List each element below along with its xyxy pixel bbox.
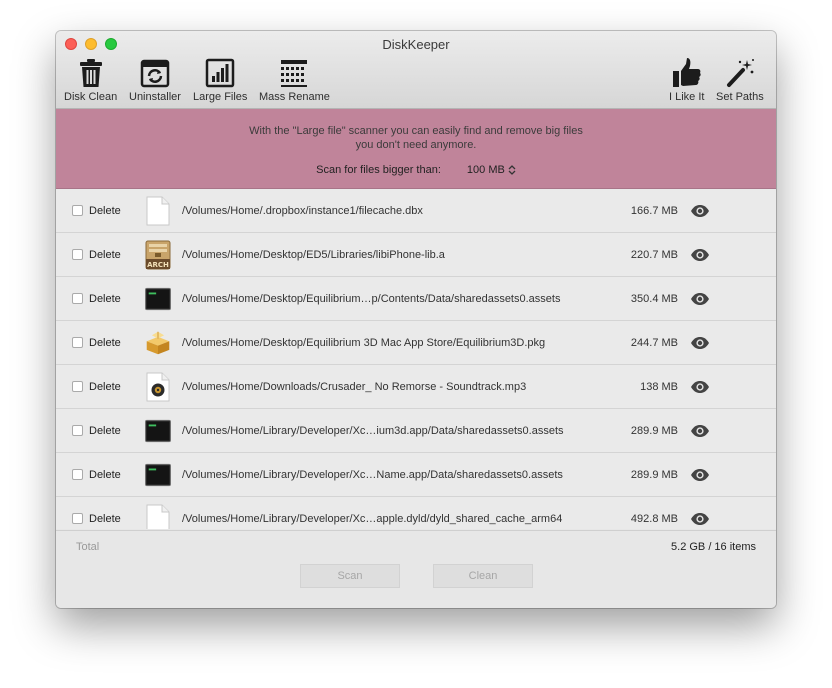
file-path: /Volumes/Home/Downloads/Crusader_ No Rem… — [182, 380, 527, 393]
file-list: Delete/Volumes/Home/.dropbox/instance1/f… — [56, 189, 776, 529]
main-window: DiskKeeper Disk Clean Uninstaller Large … — [56, 31, 776, 608]
package-icon — [145, 329, 171, 357]
delete-label[interactable]: Delete — [89, 513, 121, 525]
delete-label[interactable]: Delete — [89, 469, 121, 481]
window-title: DiskKeeper — [382, 37, 450, 52]
delete-checkbox[interactable] — [72, 425, 83, 436]
file-row[interactable]: Delete/Volumes/Home/Library/Developer/Xc… — [56, 497, 776, 529]
delete-label[interactable]: Delete — [89, 249, 121, 261]
delete-checkbox[interactable] — [72, 205, 83, 216]
footer: Total 5.2 GB / 16 items Scan Clean — [56, 530, 776, 608]
mass-rename-button[interactable]: Mass Rename — [259, 55, 330, 103]
scan-threshold-value: 100 MB — [466, 164, 505, 176]
uninstaller-label: Uninstaller — [129, 91, 181, 103]
uninstaller-icon — [140, 55, 170, 91]
delete-checkbox[interactable] — [72, 381, 83, 392]
file-size: 220.7 MB — [630, 248, 678, 261]
set-paths-label: Set Paths — [716, 91, 764, 103]
file-path: /Volumes/Home/Library/Developer/Xc…ium3d… — [182, 424, 564, 437]
uninstaller-button[interactable]: Uninstaller — [129, 55, 181, 103]
file-path: /Volumes/Home/Library/Developer/Xc…Name.… — [182, 468, 563, 481]
title-bar: DiskKeeper Disk Clean Uninstaller Large … — [56, 31, 776, 109]
file-row[interactable]: Delete/Volumes/Home/Downloads/Crusader_ … — [56, 365, 776, 409]
preview-eye-icon[interactable] — [690, 380, 710, 394]
delete-label[interactable]: Delete — [89, 337, 121, 349]
file-row[interactable]: Delete/Volumes/Home/Desktop/Equilibrium…… — [56, 277, 776, 321]
like-button[interactable]: I Like It — [669, 55, 704, 103]
file-row[interactable]: Delete/Volumes/Home/.dropbox/instance1/f… — [56, 189, 776, 233]
file-path: /Volumes/Home/Desktop/ED5/Libraries/libi… — [182, 248, 445, 261]
info-banner: With the "Large file" scanner you can ea… — [56, 109, 776, 189]
disk-clean-label: Disk Clean — [64, 91, 118, 103]
large-files-button[interactable]: Large Files — [193, 55, 247, 103]
clean-button[interactable]: Clean — [433, 564, 533, 588]
file-row[interactable]: Delete/Volumes/Home/Library/Developer/Xc… — [56, 453, 776, 497]
preview-eye-icon[interactable] — [690, 424, 710, 438]
file-size: 492.8 MB — [630, 512, 678, 525]
banner-line-2: you don't need anymore. — [355, 139, 477, 151]
delete-label[interactable]: Delete — [89, 205, 121, 217]
terminal-file-icon — [145, 461, 171, 489]
document-icon — [145, 196, 171, 225]
preview-eye-icon[interactable] — [690, 204, 710, 218]
bar-chart-icon — [205, 55, 235, 91]
file-row[interactable]: Delete ARCH/Volumes/Home/Desktop/ED5/Libr… — [56, 233, 776, 277]
scan-threshold-label: Scan for files bigger than: — [316, 164, 441, 176]
svg-text:ARCH: ARCH — [147, 261, 169, 269]
magic-wand-icon — [725, 55, 755, 91]
total-label: Total — [76, 541, 100, 553]
file-size: 289.9 MB — [630, 424, 678, 437]
preview-eye-icon[interactable] — [690, 512, 710, 526]
delete-label[interactable]: Delete — [89, 381, 121, 393]
total-summary: 5.2 GB / 16 items — [671, 541, 756, 553]
delete-checkbox[interactable] — [72, 293, 83, 304]
preview-eye-icon[interactable] — [690, 248, 710, 262]
thumbs-up-icon — [672, 55, 702, 91]
scan-threshold-row: Scan for files bigger than: 100 MB — [56, 164, 776, 176]
disk-clean-button[interactable]: Disk Clean — [64, 55, 117, 103]
preview-eye-icon[interactable] — [690, 292, 710, 306]
file-path: /Volumes/Home/Desktop/Equilibrium 3D Mac… — [182, 336, 546, 349]
file-size: 166.7 MB — [630, 204, 678, 217]
terminal-file-icon — [145, 417, 171, 445]
file-size: 289.9 MB — [630, 468, 678, 481]
archive-icon: ARCH — [145, 240, 171, 269]
rename-icon — [280, 55, 308, 91]
scan-button[interactable]: Scan — [300, 564, 400, 588]
trash-icon — [78, 55, 104, 91]
scan-threshold-stepper[interactable]: 100 MB — [467, 164, 516, 176]
file-path: /Volumes/Home/Desktop/Equilibrium…p/Cont… — [182, 292, 561, 305]
set-paths-button[interactable]: Set Paths — [716, 55, 764, 103]
file-path: /Volumes/Home/.dropbox/instance1/filecac… — [182, 204, 423, 217]
preview-eye-icon[interactable] — [690, 468, 710, 482]
file-path: /Volumes/Home/Library/Developer/Xc…apple… — [182, 512, 563, 525]
delete-label[interactable]: Delete — [89, 293, 121, 305]
file-row[interactable]: Delete/Volumes/Home/Library/Developer/Xc… — [56, 409, 776, 453]
delete-checkbox[interactable] — [72, 337, 83, 348]
file-size: 244.7 MB — [630, 336, 678, 349]
preview-eye-icon[interactable] — [690, 336, 710, 350]
document-icon — [145, 504, 171, 529]
file-row[interactable]: Delete/Volumes/Home/Desktop/Equilibrium … — [56, 321, 776, 365]
terminal-file-icon — [145, 285, 171, 313]
delete-checkbox[interactable] — [72, 513, 83, 524]
file-size: 350.4 MB — [630, 292, 678, 305]
mass-rename-label: Mass Rename — [259, 91, 330, 103]
banner-line-1: With the "Large file" scanner you can ea… — [249, 125, 583, 137]
stepper-arrows-icon — [508, 165, 516, 175]
delete-label[interactable]: Delete — [89, 425, 121, 437]
delete-checkbox[interactable] — [72, 249, 83, 260]
like-label: I Like It — [669, 91, 705, 103]
delete-checkbox[interactable] — [72, 469, 83, 480]
file-size: 138 MB — [640, 380, 678, 393]
large-files-label: Large Files — [193, 91, 248, 103]
audio-file-icon — [145, 372, 171, 401]
